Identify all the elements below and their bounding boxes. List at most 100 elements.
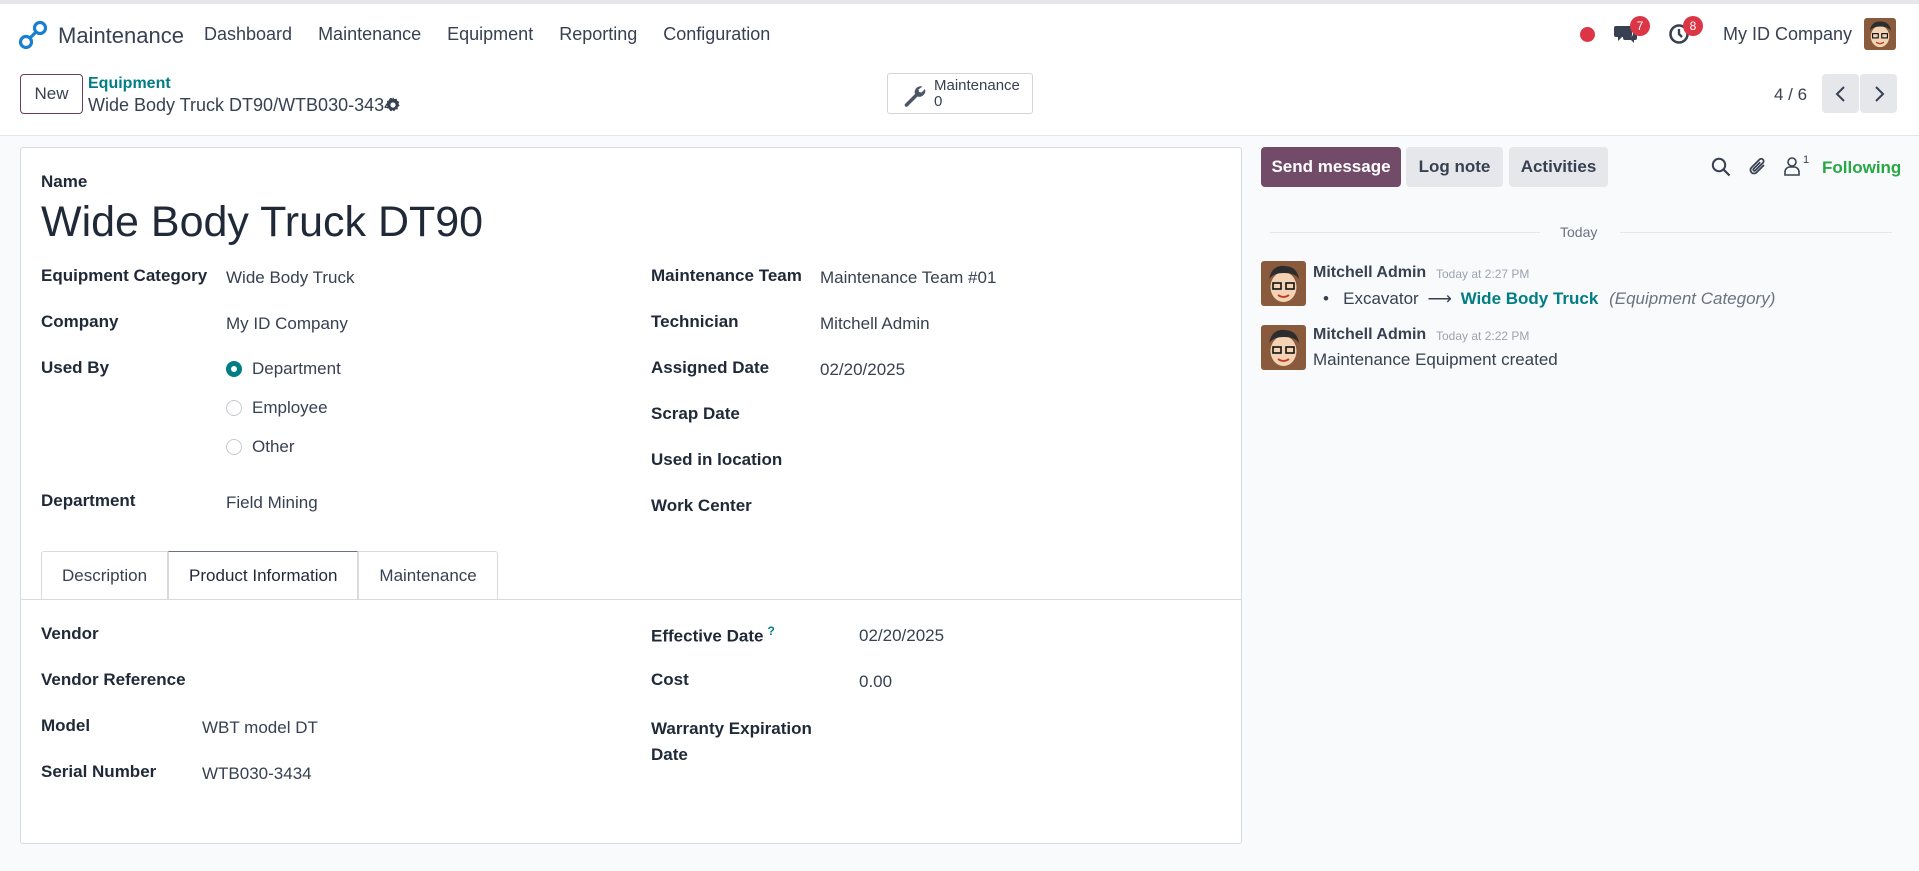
radio-department[interactable] [226,361,242,377]
vendor-label: Vendor [41,624,99,643]
message-author-avatar[interactable] [1261,261,1306,306]
date-separator-label: Today [1560,224,1598,240]
activity-badge: 8 [1683,16,1703,36]
technician-field[interactable]: Mitchell Admin [820,314,930,334]
department-field[interactable]: Field Mining [226,493,318,513]
help-tooltip-icon[interactable]: ? [767,624,774,638]
tab-description[interactable]: Description [41,551,169,599]
company-switcher[interactable]: My ID Company [1723,24,1852,45]
work-center-label: Work Center [651,496,752,515]
app-name[interactable]: Maintenance [58,23,184,49]
search-icon[interactable] [1711,157,1731,177]
message-body: Maintenance Equipment created [1313,350,1558,369]
maintenance-team-label: Maintenance Team [651,266,802,285]
breadcrumb-current: Wide Body Truck DT90/WTB030-3434 [88,95,395,115]
warranty-expiration-label-line1: Warranty Expiration [651,719,812,738]
red-status-icon [1580,26,1595,42]
warranty-expiration-field[interactable] [859,718,1059,740]
form-sheet: Name Wide Body Truck DT90 Equipment Cate… [20,147,1242,844]
separator-line-right [1620,232,1892,233]
radio-employee-label[interactable]: Employee [252,398,328,418]
arrow-right-icon: ⟶ [1427,289,1452,308]
effective-date-label-text: Effective Date [651,626,764,646]
old-value: Excavator [1343,289,1419,308]
chat-badge: 7 [1630,16,1650,36]
menu-maintenance[interactable]: Maintenance [318,24,421,45]
tab-divider [21,599,1241,600]
effective-date-label: Effective Date? [651,624,775,647]
technician-label: Technician [651,312,739,331]
message-time: Today at 2:22 PM [1436,329,1530,343]
following-button[interactable]: Following [1822,158,1901,178]
serial-number-field[interactable]: WTB030-3434 [202,764,312,784]
serial-number-label: Serial Number [41,762,157,781]
menu-equipment[interactable]: Equipment [447,24,533,45]
radio-other-label[interactable]: Other [252,437,295,457]
radio-other[interactable] [226,439,242,455]
notebook-tabs: Description Product Information Maintena… [41,551,498,599]
name-label: Name [41,172,88,191]
bullet-icon: • [1323,289,1344,308]
smart-button-count: 0 [934,93,943,110]
message-author-avatar[interactable] [1261,325,1306,370]
status-dot[interactable] [1580,4,1595,64]
equipment-category-field[interactable]: Wide Body Truck [226,268,355,288]
warranty-expiration-label: Warranty Expiration Date [651,716,812,768]
menu-reporting[interactable]: Reporting [559,24,637,45]
tracked-field-name: (Equipment Category) [1609,289,1776,308]
main-navbar: Maintenance Dashboard Maintenance Equipm… [0,4,1919,64]
log-note-button[interactable]: Log note [1406,147,1503,187]
model-field[interactable]: WBT model DT [202,718,318,738]
tab-product-information[interactable]: Product Information [168,551,359,599]
maintenance-smart-button[interactable]: Maintenance 0 [887,73,1033,114]
pager-previous-button[interactable] [1822,74,1859,113]
vendor-reference-label: Vendor Reference [41,670,186,689]
new-value: Wide Body Truck [1460,289,1599,308]
company-field[interactable]: My ID Company [226,314,348,334]
equipment-category-label: Equipment Category [41,266,208,285]
cost-field[interactable]: 0.00 [859,672,892,692]
avatar-face-icon [1261,325,1306,370]
smart-button-label: Maintenance [934,77,1020,94]
message-time: Today at 2:27 PM [1436,267,1530,281]
followers-count: 1 [1803,154,1810,166]
message-author[interactable]: Mitchell Admin [1313,264,1426,282]
send-message-button[interactable]: Send message [1261,147,1401,187]
new-button[interactable]: New [20,74,83,114]
tracking-value-change: • Excavator ⟶ Wide Body Truck (Equipment… [1323,289,1775,309]
gear-icon[interactable] [385,97,401,113]
assigned-date-field[interactable]: 02/20/2025 [820,360,905,380]
user-avatar[interactable] [1864,18,1896,50]
assigned-date-label: Assigned Date [651,358,770,377]
avatar-face-icon [1261,261,1306,306]
pager-next-button[interactable] [1860,74,1897,113]
wrench-icon [904,86,926,107]
separator-line-left [1270,232,1540,233]
tab-maintenance[interactable]: Maintenance [358,551,498,599]
control-panel: New Equipment Wide Body Truck DT90/WTB03… [0,64,1919,136]
equipment-name-field[interactable]: Wide Body Truck DT90 [41,198,483,247]
avatar-face-icon [1864,18,1896,50]
radio-employee[interactable] [226,400,242,416]
message-author[interactable]: Mitchell Admin [1313,326,1426,344]
chevron-right-icon [1874,85,1884,102]
maintenance-team-field[interactable]: Maintenance Team #01 [820,268,996,288]
company-label: Company [41,312,119,331]
activities-button[interactable]: Activities [1509,147,1608,187]
radio-department-label[interactable]: Department [252,359,341,379]
department-label: Department [41,491,136,510]
top-menu: Dashboard Maintenance Equipment Reportin… [204,24,796,45]
followers-icon[interactable] [1784,156,1800,176]
date-separator: Today [1270,224,1892,240]
pager-value[interactable]: 4 / 6 [1774,85,1807,105]
menu-configuration[interactable]: Configuration [663,24,770,45]
used-by-label: Used By [41,358,110,377]
scrap-date-label: Scrap Date [651,404,740,423]
chevron-left-icon [1835,85,1845,102]
effective-date-field[interactable]: 02/20/2025 [859,626,944,646]
model-label: Model [41,716,91,735]
menu-dashboard[interactable]: Dashboard [204,24,292,45]
app-logo-icon[interactable] [18,20,48,50]
breadcrumb-equipment[interactable]: Equipment [88,75,171,93]
paperclip-icon[interactable] [1748,156,1768,178]
